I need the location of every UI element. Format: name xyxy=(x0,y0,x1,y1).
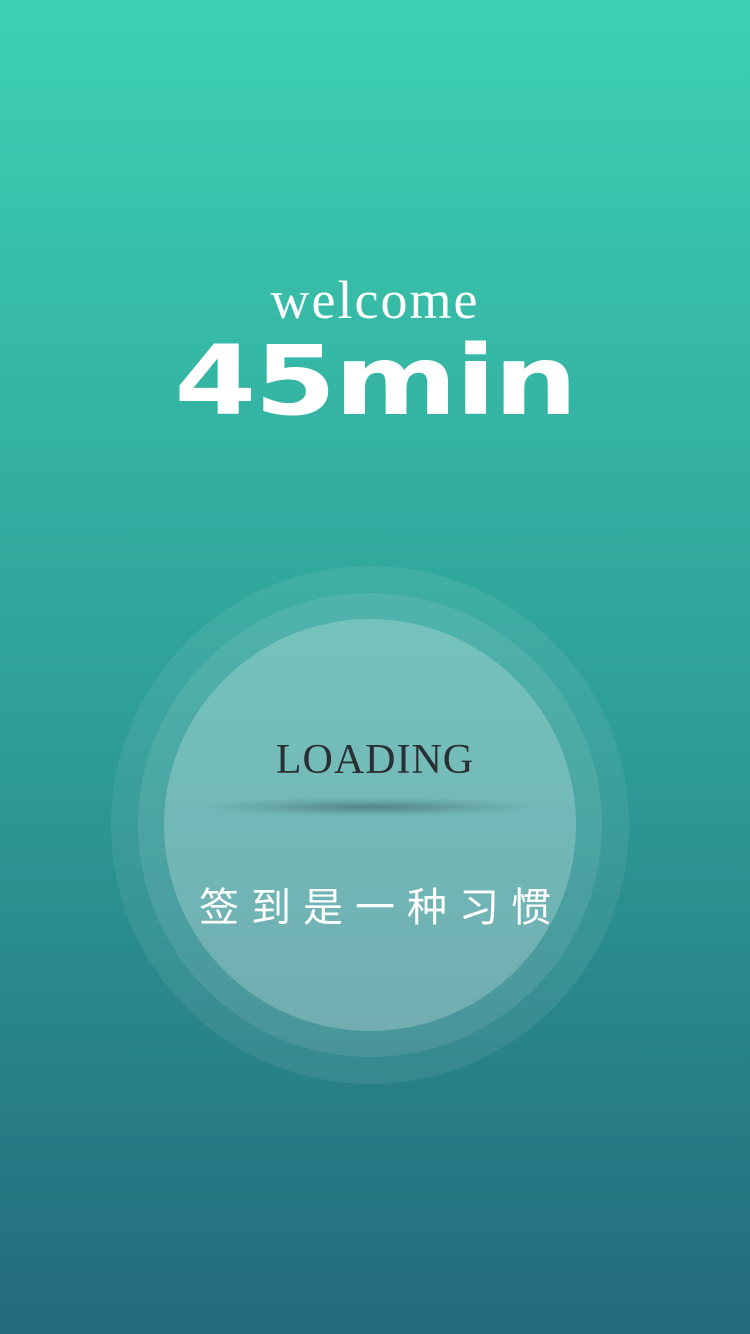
brand-logo-text: 45min xyxy=(174,323,578,437)
slogan-text: 签到是一种习惯 xyxy=(199,885,563,931)
loader-inner-circle xyxy=(164,619,576,1031)
loading-divider-shadow xyxy=(208,798,532,816)
welcome-text: welcome xyxy=(270,270,480,330)
loading-label: LOADING xyxy=(275,737,475,783)
